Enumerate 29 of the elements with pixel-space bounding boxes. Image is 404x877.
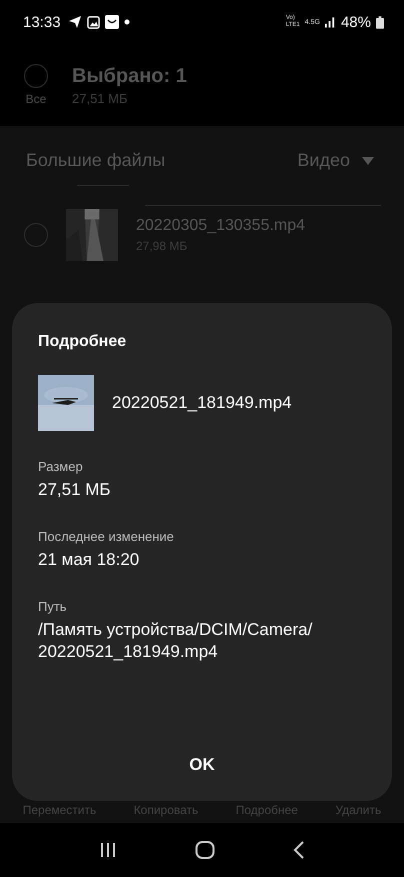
signal-icon: [324, 16, 336, 28]
recent-apps-icon[interactable]: [99, 841, 117, 859]
field-value: 27,51 МБ: [38, 479, 112, 501]
ok-button[interactable]: OK: [169, 747, 235, 783]
select-all-checkbox[interactable]: [24, 64, 48, 88]
dialog-title: Подробнее: [38, 333, 126, 351]
selection-title: Выбрано: 1: [72, 64, 187, 88]
caret-icon: [362, 156, 374, 164]
field-value: 21 мая 18:20: [38, 549, 140, 571]
battery-icon: [376, 16, 384, 28]
image-icon: [86, 16, 100, 28]
battery-percent: 48%: [340, 14, 371, 30]
filter-dropdown[interactable]: Видео: [297, 150, 374, 171]
paper-plane-icon: [68, 15, 82, 29]
field-label: Путь: [38, 599, 68, 614]
field-label: Последнее изменение: [38, 529, 175, 544]
section-title: Большие файлы: [26, 150, 166, 171]
file-name: 20220521_181949.mp4: [112, 393, 292, 413]
notification-dot-icon: [124, 19, 130, 25]
selection-size: 27,51 МБ: [72, 90, 129, 106]
file-checkbox[interactable]: [24, 223, 48, 247]
file-name: 20220305_130355.mp4: [136, 217, 306, 235]
select-all-label: Все: [26, 92, 46, 106]
field-value: /Память устройства/DCIM/Camera/ 20220521_181949.mp4: [38, 619, 314, 663]
back-icon[interactable]: [293, 841, 305, 859]
field-label: Размер: [38, 459, 84, 474]
clock-time: 13:33: [23, 14, 61, 30]
mail-icon: [104, 15, 119, 29]
home-icon[interactable]: [195, 840, 215, 860]
